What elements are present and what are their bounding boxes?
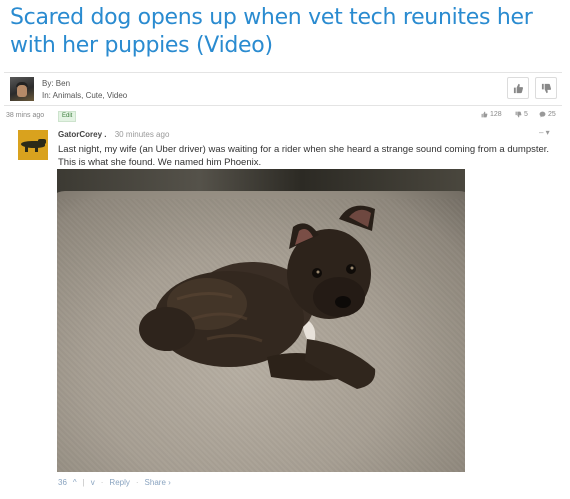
upvote-button[interactable] — [507, 77, 529, 99]
comment-vote-count: 36 — [58, 478, 67, 487]
puppy-image — [139, 205, 376, 389]
downvote-button[interactable] — [535, 77, 557, 99]
edit-button[interactable]: Edit — [58, 111, 77, 122]
comment-header: GatorCorey . 30 minutes ago — [58, 130, 169, 139]
article-stats: 38 mins ago Edit 128 5 25 — [6, 111, 562, 123]
posted-time: 38 mins ago — [6, 112, 45, 119]
comment-downvote-button[interactable]: v — [91, 478, 95, 487]
comment-text: Last night, my wife (an Uber driver) was… — [58, 144, 550, 168]
comments-value: 25 — [548, 111, 556, 118]
comments-count[interactable]: 25 — [539, 111, 556, 118]
comment-footer: 36 ^ | v · Reply · Share › — [58, 478, 171, 487]
article-categories[interactable]: In: Animals, Cute, Video — [42, 91, 127, 100]
likes-value: 128 — [490, 111, 502, 118]
likes-count: 128 — [481, 111, 502, 118]
article-meta: By: Ben In: Animals, Cute, Video — [4, 72, 562, 106]
thumbs-down-icon — [515, 111, 522, 118]
author-byline[interactable]: By: Ben — [42, 79, 70, 88]
dislikes-value: 5 — [524, 111, 528, 118]
comment-menu-button[interactable]: – ▾ — [539, 128, 550, 137]
article-title[interactable]: Scared dog opens up when vet tech reunit… — [10, 4, 560, 60]
thumbs-up-icon — [481, 111, 488, 118]
comment-bubble-icon — [539, 111, 546, 118]
comment-username[interactable]: GatorCorey . — [58, 130, 106, 139]
comment-timestamp[interactable]: 30 minutes ago — [115, 130, 170, 139]
reply-link[interactable]: Reply — [109, 478, 129, 487]
thumbs-up-icon — [513, 83, 523, 93]
commenter-avatar[interactable] — [18, 130, 48, 160]
comment-upvote-button[interactable]: ^ — [73, 478, 77, 487]
author-avatar[interactable] — [10, 77, 34, 101]
comment-photo[interactable] — [57, 169, 465, 472]
dislikes-count: 5 — [515, 111, 528, 118]
share-link[interactable]: Share › — [145, 478, 171, 487]
thumbs-down-icon — [541, 83, 551, 93]
